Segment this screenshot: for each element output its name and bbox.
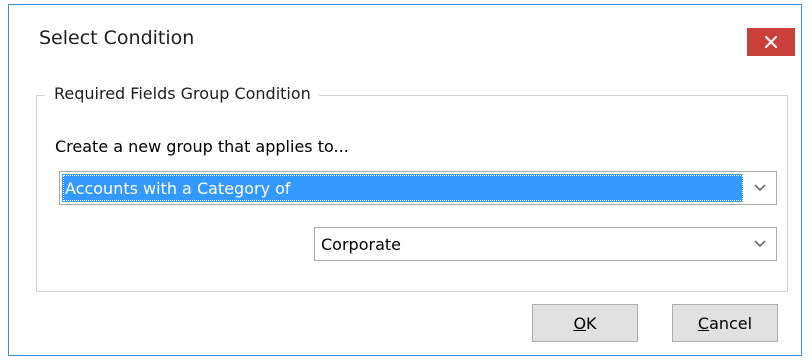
cancel-button-mnemonic: C (697, 313, 710, 333)
ok-button[interactable]: OK (532, 304, 638, 342)
applies-to-dropdown-arrow[interactable] (743, 172, 776, 204)
chevron-down-icon (754, 240, 766, 247)
dialog-title: Select Condition (39, 27, 195, 49)
close-button[interactable] (747, 28, 795, 56)
ok-button-mnemonic: O (573, 313, 587, 333)
applies-to-dropdown[interactable]: Accounts with a Category of (59, 171, 777, 205)
title-bar[interactable]: Select Condition (9, 5, 801, 67)
groupbox-legend: Required Fields Group Condition (45, 84, 319, 103)
applies-to-value: Accounts with a Category of (62, 174, 744, 202)
category-dropdown[interactable]: Corporate (314, 227, 777, 261)
ok-button-label: K (586, 313, 597, 333)
category-value: Corporate (321, 234, 401, 254)
cancel-button-label: ancel (709, 313, 753, 333)
category-dropdown-arrow[interactable] (743, 228, 776, 260)
close-icon (765, 36, 777, 48)
applies-to-label: Create a new group that applies to... (55, 137, 349, 156)
chevron-down-icon (754, 184, 766, 191)
select-condition-dialog: Select Condition Required Fields Group C… (8, 4, 802, 356)
cancel-button[interactable]: Cancel (672, 304, 778, 342)
